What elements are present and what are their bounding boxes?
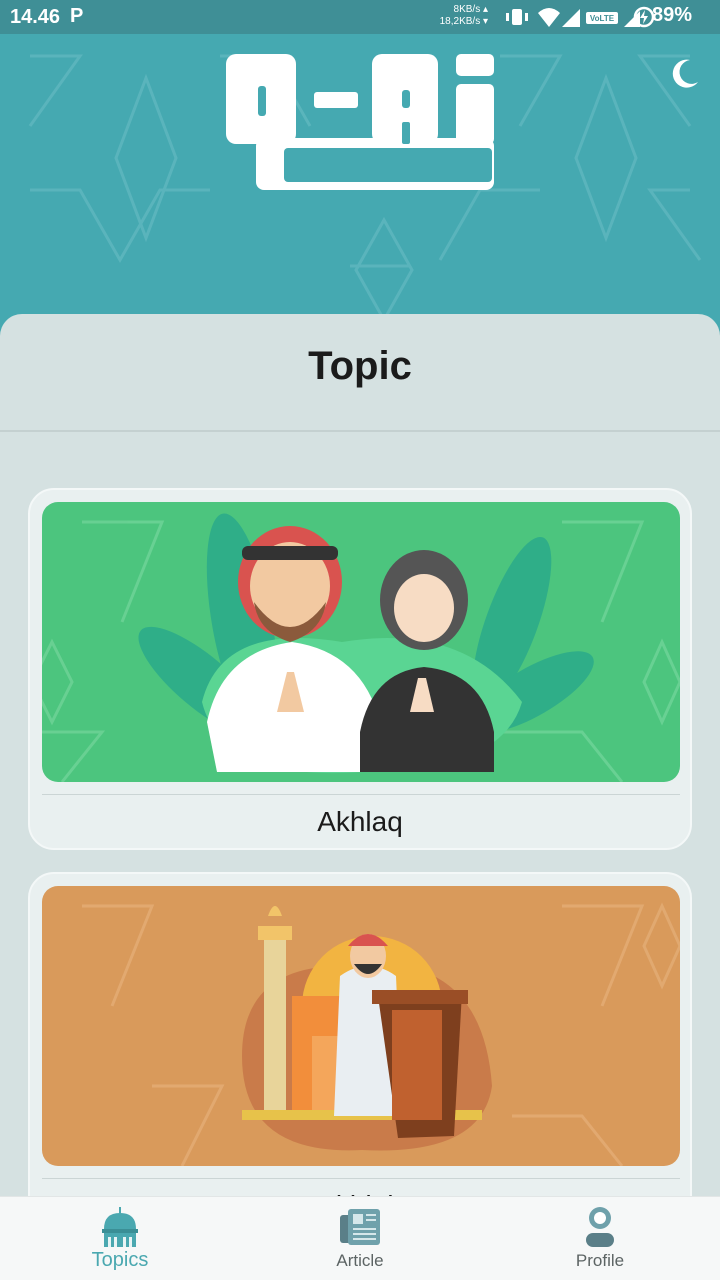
- status-bar: 14.46 P 8KB/s ▴ 18,2KB/s ▾ VoLTE 89%: [0, 0, 720, 34]
- mosque-icon: [102, 1207, 138, 1247]
- status-time: 14.46: [10, 6, 61, 28]
- status-icons: VoLTE: [506, 8, 640, 27]
- person-icon: [586, 1207, 614, 1247]
- app-logo: [226, 54, 494, 190]
- battery-percentage: 89%: [652, 4, 693, 26]
- nav-item-article[interactable]: Article: [240, 1197, 480, 1280]
- moon-icon[interactable]: [668, 56, 704, 92]
- bottom-navigation: Topics Article Profile: [0, 1196, 720, 1280]
- nav-label-profile: Profile: [575, 1251, 625, 1270]
- nav-item-topics[interactable]: Topics: [0, 1197, 240, 1280]
- signal-icon: [562, 9, 580, 27]
- topic-label: Akhlaq: [317, 806, 403, 837]
- nav-item-profile[interactable]: Profile: [480, 1197, 720, 1280]
- card-divider: [42, 1178, 680, 1179]
- svg-text:VoLTE: VoLTE: [590, 14, 615, 23]
- topic-card-akidah[interactable]: Akidah: [28, 872, 692, 1234]
- header: 14.46 P 8KB/s ▴ 18,2KB/s ▾ VoLTE 89%: [0, 0, 720, 340]
- title-bar: Topic: [0, 314, 720, 432]
- topics-panel: Topic Akhlaq: [0, 314, 720, 1280]
- wifi-icon: [538, 8, 560, 27]
- network-speed: 8KB/s ▴ 18,2KB/s ▾: [430, 4, 488, 28]
- parking-notification-icon: P: [70, 5, 84, 27]
- topic-card-akhlaq[interactable]: Akhlaq: [28, 488, 692, 850]
- nav-label-topics: Topics: [91, 1249, 149, 1271]
- newspaper-icon: [340, 1209, 380, 1245]
- speed-down: 18,2KB/s ▾: [439, 16, 488, 27]
- akidah-illustration: [42, 886, 680, 1166]
- speed-up: 8KB/s ▴: [453, 4, 488, 15]
- page-title: Topic: [308, 344, 412, 388]
- card-divider: [42, 794, 680, 795]
- vibrate-icon: [506, 9, 528, 25]
- akhlaq-illustration: [42, 502, 680, 782]
- nav-label-article: Article: [336, 1251, 384, 1270]
